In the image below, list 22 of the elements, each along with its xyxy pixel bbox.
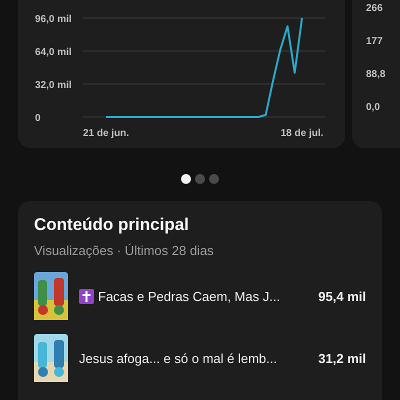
item-title: Jesus afoga... e só o mal é lemb...	[79, 350, 277, 366]
card-title: Conteúdo principal	[34, 215, 190, 235]
x-tick-label: 18 de jul.	[280, 128, 324, 139]
page-dot[interactable]	[209, 174, 219, 184]
y-tick-label: 64,0 mil	[35, 47, 72, 58]
y-tick-label: 177	[366, 35, 384, 48]
x-tick-label: 21 de jun.	[82, 128, 130, 139]
content-item[interactable]: Jesus afoga... e só o mal é lemb... 31,2 mil	[34, 334, 366, 382]
cross-icon	[79, 288, 94, 304]
y-tick-label: 266	[366, 2, 384, 15]
y-tick-label: 0,0	[366, 101, 381, 114]
y-tick-label: 0	[35, 113, 41, 124]
y-tick-label: 32,0 mil	[35, 80, 72, 91]
view-count: 31,2 mil	[318, 350, 366, 366]
y-tick-label: 96,0 mil	[35, 14, 72, 25]
item-title: Facas e Pedras Caem, Mas J...	[98, 288, 280, 304]
y-tick-label: 88,8	[366, 68, 386, 81]
content-item[interactable]: Facas e Pedras Caem, Mas J... 95,4 mil	[34, 272, 366, 320]
view-count: 95,4 mil	[318, 288, 366, 304]
card-subtitle: Visualizações · Últimos 28 dias	[34, 243, 215, 258]
page-dot[interactable]	[181, 174, 191, 184]
page-dot[interactable]	[195, 174, 205, 184]
